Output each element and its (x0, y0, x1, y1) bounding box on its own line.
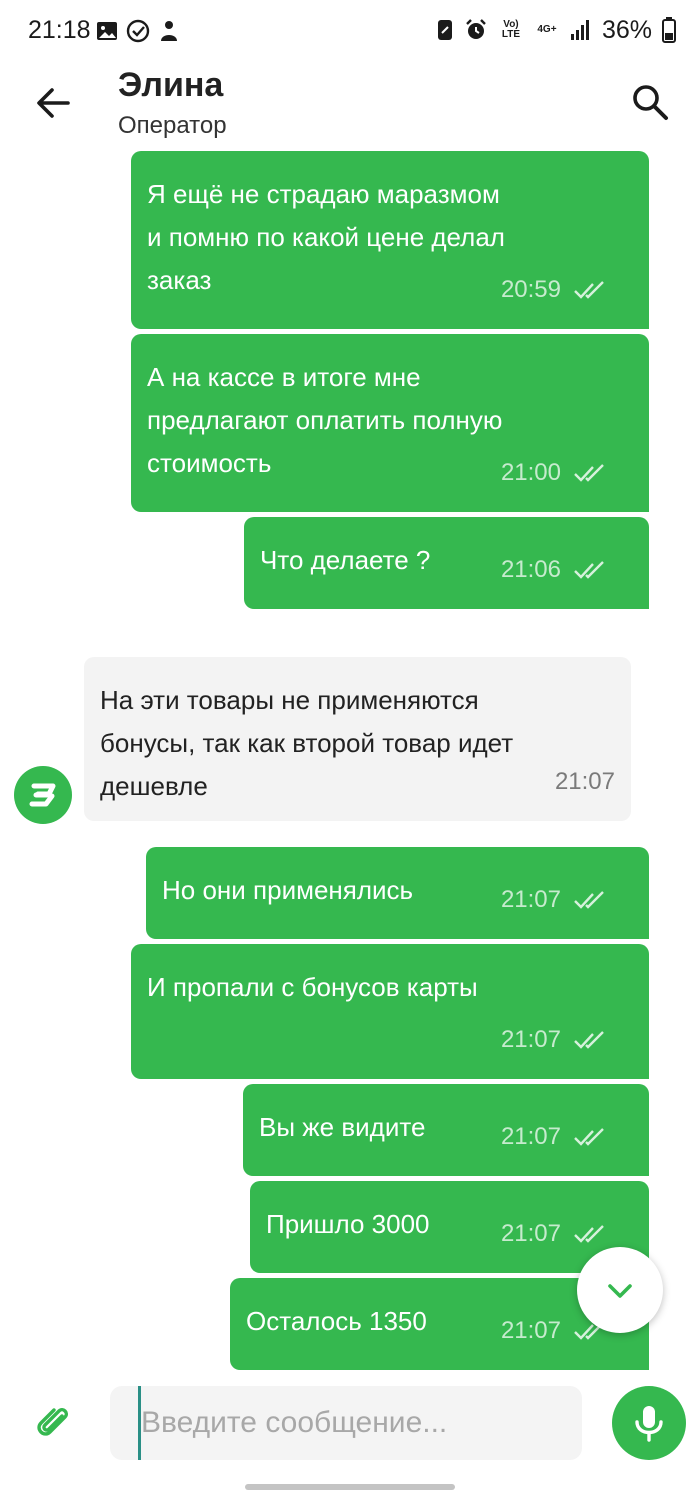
message-bubble-outgoing[interactable]: Что делаете ? 21:06 (244, 517, 649, 609)
message-meta: 20:59 (501, 268, 607, 311)
voice-message-button[interactable] (612, 1386, 686, 1460)
double-check-icon (574, 1224, 604, 1243)
scroll-to-bottom-button[interactable] (577, 1247, 663, 1333)
double-check-icon (574, 280, 604, 299)
microphone-icon (635, 1406, 663, 1442)
home-indicator[interactable] (245, 1484, 455, 1490)
message-time: 21:07 (500, 886, 561, 913)
message-time: 21:07 (500, 1317, 561, 1344)
contact-name: Элина (118, 66, 224, 104)
message-time: 21:07 (554, 768, 615, 795)
message-meta: 21:07 (501, 878, 607, 921)
brand-logo-icon (29, 783, 56, 807)
chat-messages[interactable]: Я ещё не страдаю маразмом и помню по как… (0, 146, 700, 1376)
battery-percent: 36% (601, 15, 652, 44)
message-bubble-outgoing[interactable]: Но они применялись 21:07 (146, 847, 649, 939)
status-right-icons: Vo) LTE 4G+ 36% (436, 15, 676, 45)
back-arrow-icon[interactable] (32, 82, 74, 124)
volte-icon: Vo) LTE (501, 19, 521, 40)
status-time: 21:18 (28, 16, 91, 44)
double-check-icon (574, 560, 604, 579)
message-meta: 21:07 (501, 1115, 607, 1158)
message-input-bar (0, 1376, 700, 1472)
message-bubble-incoming[interactable]: На эти товары не применяются бонусы, так… (84, 657, 631, 821)
message-input[interactable] (138, 1386, 578, 1460)
message-text: И пропали с бонусов карты (147, 972, 478, 1002)
message-meta: 21:07 (555, 760, 615, 803)
battery-icon (662, 17, 676, 43)
message-time: 21:06 (500, 556, 561, 583)
nfc-icon (437, 20, 452, 40)
message-bubble-outgoing[interactable]: Вы же видите 21:07 (243, 1084, 649, 1176)
double-check-icon (574, 463, 604, 482)
chevron-down-icon (608, 1284, 632, 1298)
message-bubble-outgoing[interactable]: И пропали с бонусов карты 21:07 (131, 944, 649, 1079)
person-icon (161, 21, 177, 41)
4g-icon: 4G+ (537, 24, 557, 35)
status-bar: 21:18 Vo) LTE 4G+ 36% (0, 0, 700, 62)
check-circle-icon (126, 19, 150, 43)
message-time: 21:07 (500, 1220, 561, 1247)
message-time: 20:59 (500, 276, 561, 303)
message-bubble-outgoing[interactable]: Я ещё не страдаю маразмом и помню по как… (131, 151, 649, 329)
message-bubble-outgoing[interactable]: А на кассе в итоге мне предлагают оплати… (131, 334, 649, 512)
double-check-icon (574, 1127, 604, 1146)
message-meta: 21:07 (501, 1018, 607, 1061)
message-input-container[interactable] (110, 1386, 582, 1460)
message-meta: 21:00 (501, 451, 607, 494)
contact-status: Оператор (118, 112, 227, 139)
alarm-icon (466, 19, 486, 39)
chat-header: Элина Оператор (0, 62, 700, 146)
status-left-icons (96, 18, 180, 44)
operator-avatar (14, 766, 72, 824)
search-icon[interactable] (630, 82, 670, 122)
image-icon (97, 22, 117, 40)
message-time: 21:07 (500, 1123, 561, 1150)
signal-icon (570, 20, 589, 40)
message-time: 21:07 (500, 1026, 561, 1053)
paperclip-icon[interactable] (32, 1400, 74, 1442)
message-meta: 21:06 (501, 548, 607, 591)
double-check-icon (574, 890, 604, 909)
message-text: На эти товары не применяются бонусы, так… (100, 685, 514, 801)
double-check-icon (574, 1030, 604, 1049)
message-time: 21:00 (500, 459, 561, 486)
